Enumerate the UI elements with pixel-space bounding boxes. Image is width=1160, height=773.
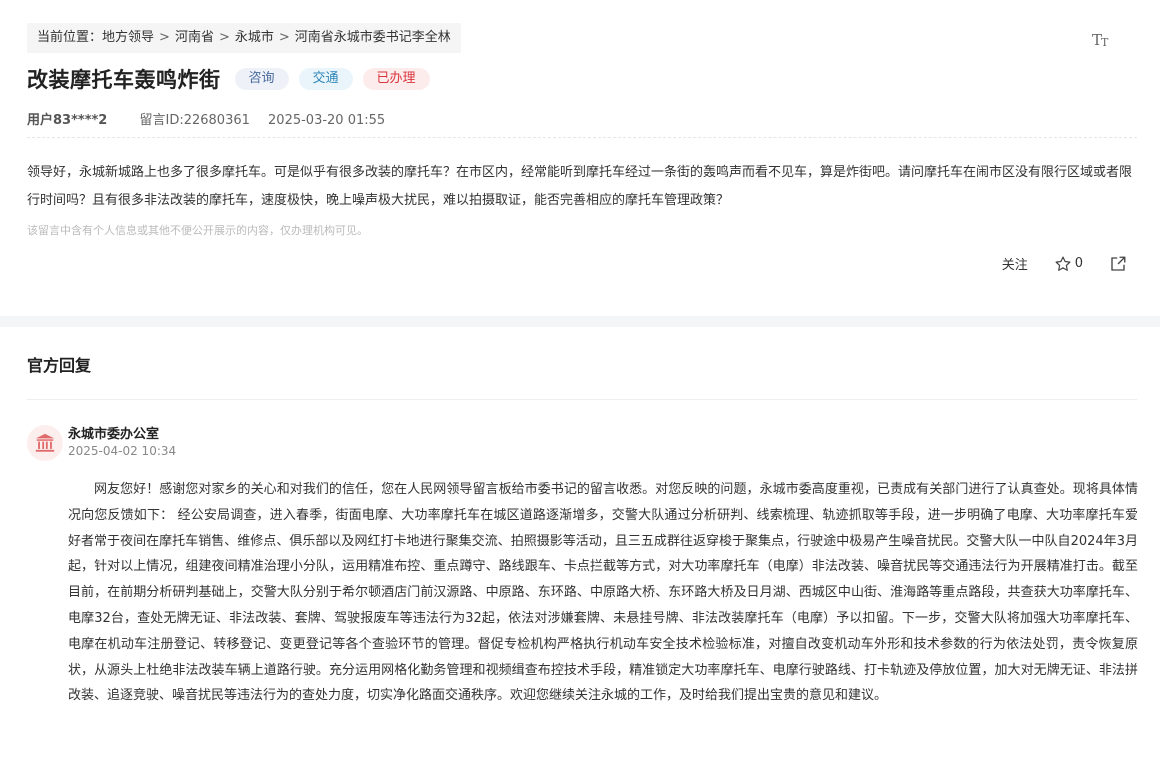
- privacy-note: 该留言中含有个人信息或其他不便公开展示的内容，仅办理机构可见。: [27, 224, 368, 237]
- breadcrumb-item-city[interactable]: 永城市: [235, 30, 274, 45]
- breadcrumb-separator: >: [218, 30, 230, 45]
- share-button[interactable]: [1109, 255, 1127, 273]
- divider: [27, 137, 1137, 138]
- tag-category: 咨询: [234, 68, 289, 90]
- breadcrumb-item-secretary[interactable]: 河南省永城市委书记李全林: [295, 30, 451, 45]
- avatar: [27, 425, 63, 461]
- government-building-icon: [35, 433, 55, 452]
- reply-heading: 官方回复: [27, 356, 92, 375]
- tag-field: 交通: [298, 68, 353, 90]
- section-divider: [0, 316, 1160, 327]
- share-icon: [1111, 256, 1126, 271]
- reply-body: 网友您好！感谢您对家乡的关心和对我们的信任，您在人民网领导留言板给市委书记的留言…: [68, 482, 1138, 704]
- breadcrumb-separator: >: [159, 30, 170, 45]
- breadcrumb-separator: >: [278, 30, 290, 45]
- reply-org-name: 永城市委办公室: [68, 427, 160, 442]
- font-size-icon[interactable]: T T: [1091, 28, 1113, 50]
- message-datetime: 2025-03-20 01:55: [268, 113, 386, 128]
- reply-datetime: 2025-04-02 10:34: [68, 444, 177, 458]
- page-title: 改装摩托车轰鸣炸街: [27, 68, 221, 92]
- follow-button[interactable]: 关注: [1002, 254, 1028, 273]
- star-icon: [1055, 256, 1071, 271]
- message-content: 领导好，永城新城路上也多了很多摩托车。可是似乎有很多改装的摩托车？在市区内，经常…: [27, 165, 1133, 208]
- divider: [27, 399, 1137, 400]
- title-row: 改装摩托车轰鸣炸街 咨询 交通 已办理: [27, 64, 440, 94]
- svg-text:T: T: [1101, 36, 1109, 49]
- message-actions: 关注 0: [1002, 254, 1127, 273]
- message-meta: 用户83****2 留言ID:22680361 2025-03-20 01:55: [27, 109, 385, 128]
- breadcrumb-item-province[interactable]: 河南省: [175, 30, 214, 45]
- breadcrumb-prefix: 当前位置：: [37, 30, 103, 45]
- favorite-button[interactable]: 0: [1054, 255, 1083, 273]
- favorite-count: 0: [1074, 256, 1083, 271]
- breadcrumb-item-leaders[interactable]: 地方领导: [102, 30, 154, 45]
- breadcrumb: 当前位置：地方领导 > 河南省 > 永城市 > 河南省永城市委书记李全林: [27, 23, 461, 53]
- user-name: 用户83****2: [27, 113, 108, 128]
- message-id: 留言ID:22680361: [139, 113, 250, 128]
- status-badge: 已办理: [362, 68, 430, 90]
